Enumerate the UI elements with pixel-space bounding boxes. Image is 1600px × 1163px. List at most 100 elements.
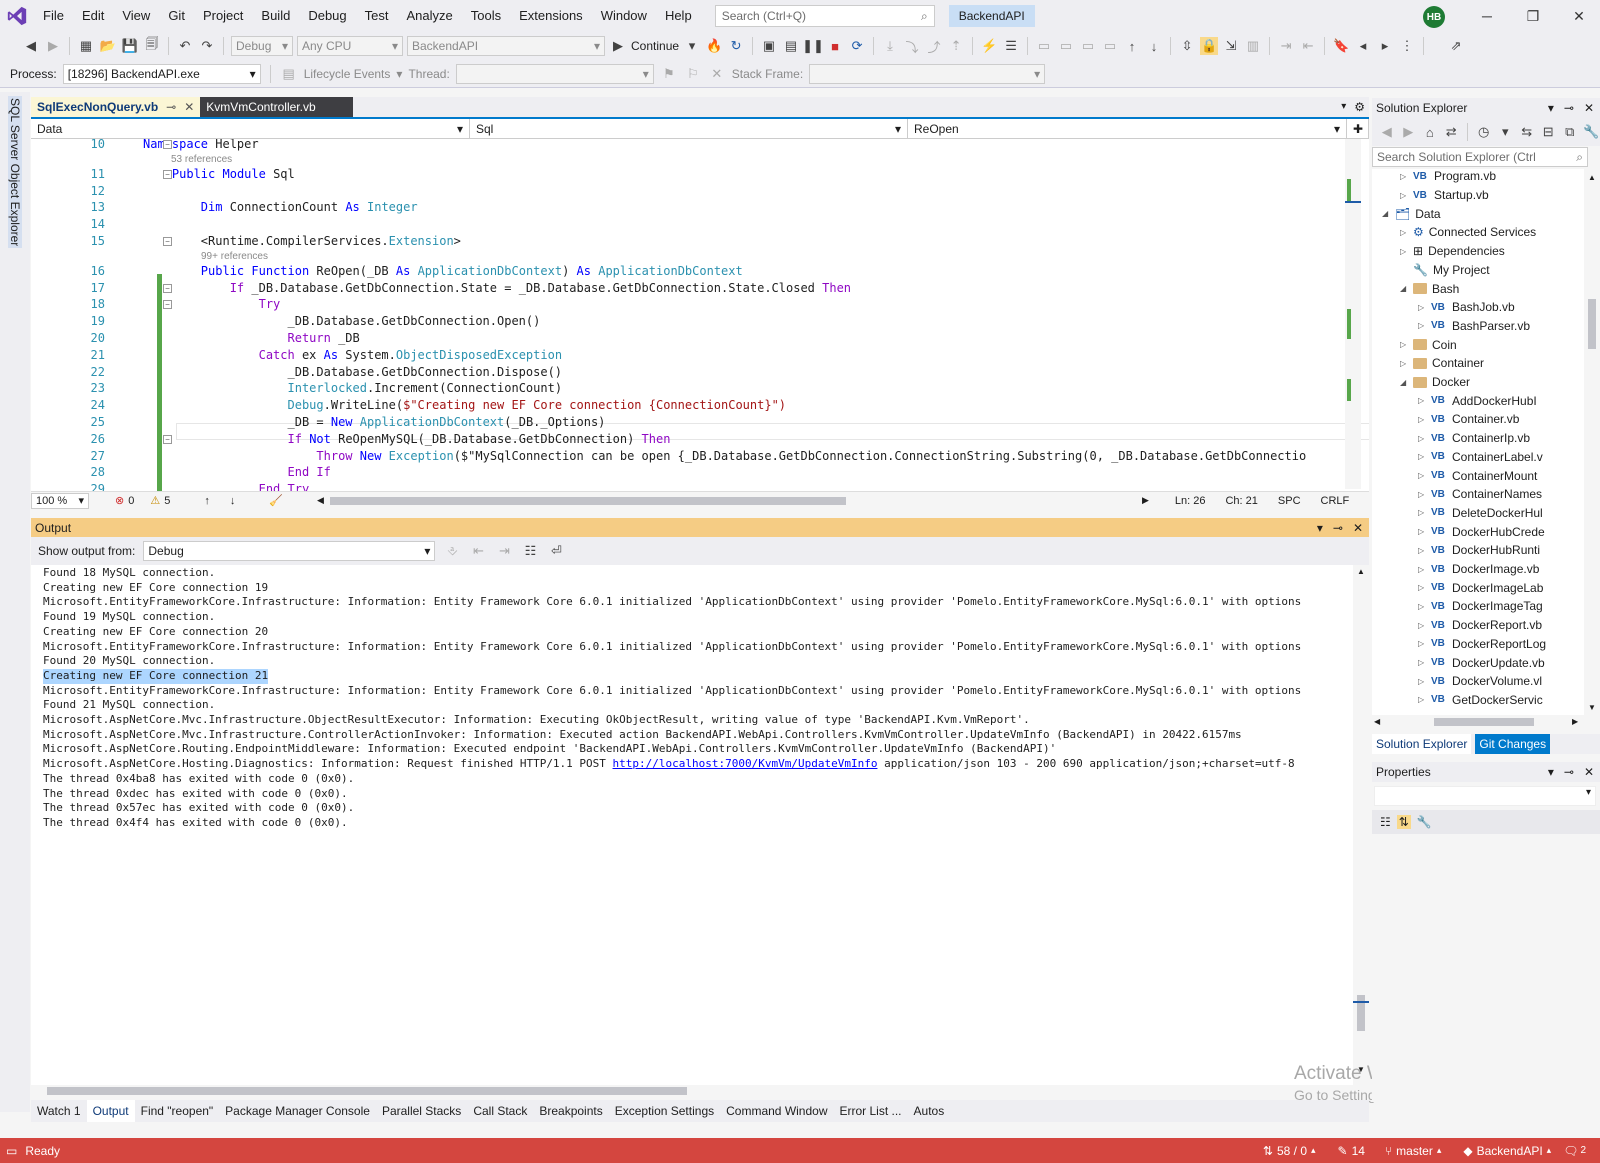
expand-icon[interactable]: ▷	[1418, 452, 1426, 461]
tree-item-dockerhubrunti[interactable]: ▷ VB DockerHubRunti	[1418, 541, 1540, 560]
notifications-icon[interactable]: 🗨	[1563, 1144, 1578, 1158]
tree-item-docker[interactable]: ◢ Docker	[1400, 373, 1470, 392]
collapse-icon[interactable]: ◢	[1382, 209, 1390, 218]
menu-extensions[interactable]: Extensions	[510, 0, 592, 32]
categorized-icon[interactable]: ☷	[1380, 815, 1391, 829]
output-line[interactable]: The thread 0xdec has exited with code 0 …	[43, 787, 348, 802]
comment-icon[interactable]: ▭	[1079, 37, 1097, 55]
expand-icon[interactable]: ▷	[1418, 303, 1426, 312]
output-line[interactable]: Microsoft.EntityFrameworkCore.Infrastruc…	[43, 595, 1301, 610]
menu-build[interactable]: Build	[252, 0, 299, 32]
chevron-up-icon[interactable]: ▴	[1437, 1145, 1442, 1156]
lock-icon[interactable]: 🔒	[1200, 37, 1219, 55]
codelens-references[interactable]: 99+ references	[201, 251, 268, 263]
tree-item-program-vb[interactable]: ▷ VB Program.vb	[1400, 169, 1496, 186]
next-issue-icon[interactable]: ↓	[230, 495, 236, 507]
output-line[interactable]: Found 21 MySQL connection.	[43, 698, 215, 713]
type-dropdown[interactable]: Sql ▾	[470, 119, 908, 139]
tree-item-bashparser-vb[interactable]: ▷ VB BashParser.vb	[1418, 317, 1530, 336]
collapse-region-icon[interactable]: −	[163, 300, 172, 310]
solution-explorer-search[interactable]: Search Solution Explorer (Ctrl ⌕	[1372, 147, 1588, 167]
collapse-region-icon[interactable]: −	[163, 283, 172, 293]
repo-icon[interactable]: ◆	[1463, 1144, 1472, 1158]
tab-sqlexecnonquery[interactable]: SqlExecNonQuery.vb ⊸ ✕	[31, 97, 201, 117]
expand-icon[interactable]: ▷	[1418, 396, 1426, 405]
tree-item-startup-vb[interactable]: ▷ VB Startup.vb	[1400, 186, 1489, 205]
forward-icon[interactable]: ▶	[1400, 123, 1418, 141]
comment-icon[interactable]: ▭	[1057, 37, 1075, 55]
output-line[interactable]: The thread 0x57ec has exited with code 0…	[43, 801, 354, 816]
tree-item-bash[interactable]: ◢ Bash	[1400, 279, 1459, 298]
alphabetical-icon[interactable]: ⇅	[1396, 815, 1411, 829]
code-line[interactable]: 10 Namespace Helper	[31, 139, 1351, 153]
continue-button[interactable]: Continue	[631, 39, 679, 53]
tree-item-my-project[interactable]: 🔧 My Project	[1400, 261, 1490, 280]
expand-icon[interactable]: ▷	[1400, 191, 1408, 200]
user-avatar[interactable]: HB	[1423, 6, 1445, 28]
chevron-down-icon[interactable]: ▾	[683, 37, 701, 55]
tree-item-container-vb[interactable]: ▷ VB Container.vb	[1418, 410, 1519, 429]
request-url-link[interactable]: http://localhost:7000/KvmVm/UpdateVmInfo	[613, 757, 878, 770]
search-box[interactable]: Search (Ctrl+Q) ⌕	[714, 5, 935, 27]
close-window-icon[interactable]: ✕	[1556, 0, 1600, 32]
error-icon[interactable]: ⊗	[115, 494, 124, 507]
tab-parallel-stacks[interactable]: Parallel Stacks	[376, 1100, 467, 1122]
code-line[interactable]: 23 Interlocked.Increment(ConnectionCount…	[31, 380, 1351, 397]
pin-icon[interactable]: ⊸	[1564, 765, 1574, 779]
sync-icon[interactable]: ⇆	[1518, 123, 1536, 141]
code-line[interactable]: 17 If _DB.Database.GetDbConnection.State…	[31, 280, 1351, 297]
repo-name[interactable]: BackendAPI	[1477, 1144, 1543, 1158]
expand-icon[interactable]: ▷	[1400, 172, 1408, 181]
tree-item-dependencies[interactable]: ▷ ⊞ Dependencies	[1400, 242, 1505, 261]
filter-icon[interactable]: ✕	[708, 65, 726, 83]
arrow-down-icon[interactable]: ↓	[1145, 37, 1163, 55]
tab-output[interactable]: Output	[86, 1100, 135, 1122]
commits-icon[interactable]: ⇅	[1263, 1144, 1273, 1158]
tree-item-dockerimagelab[interactable]: ▷ VB DockerImageLab	[1418, 578, 1543, 597]
line-indicator[interactable]: Ln: 26	[1175, 495, 1206, 507]
comment-icon[interactable]: ▭	[1101, 37, 1119, 55]
menu-tools[interactable]: Tools	[462, 0, 510, 32]
code-line[interactable]: 27 Throw New Exception($"MySqlConnection…	[31, 448, 1351, 465]
collapse-all-icon[interactable]: ⊟	[1539, 123, 1557, 141]
expand-icon[interactable]: ▷	[1418, 546, 1426, 555]
tree-item-bashjob-vb[interactable]: ▷ VB BashJob.vb	[1418, 298, 1515, 317]
clear-bookmarks-icon[interactable]: ⋮	[1398, 37, 1416, 55]
diagnostic-icon[interactable]: ⚡	[980, 37, 998, 55]
output-window-icon[interactable]: ▭	[6, 1144, 17, 1158]
expand-icon[interactable]: ▷	[1418, 490, 1426, 499]
platform-select[interactable]: Any CPU ▾	[297, 36, 403, 56]
code-cleanup-icon[interactable]: 🧹	[269, 494, 283, 507]
menu-analyze[interactable]: Analyze	[397, 0, 461, 32]
editor-horizontal-scrollbar[interactable]	[329, 496, 846, 505]
chevron-down-icon[interactable]: ▾	[1548, 765, 1554, 779]
expand-icon[interactable]: ▷	[1400, 359, 1408, 368]
output-line[interactable]: Microsoft.AspNetCore.Mvc.Infrastructure.…	[43, 713, 1030, 728]
code-line[interactable]: 15 <Runtime.CompilerServices.Extension>	[31, 233, 1351, 250]
expand-icon[interactable]: ▷	[1418, 695, 1426, 704]
code-line[interactable]: 14	[31, 216, 1351, 233]
error-count[interactable]: 0	[128, 495, 134, 507]
spacing-indicator[interactable]: SPC	[1278, 495, 1301, 507]
back-icon[interactable]: ◀	[1378, 123, 1396, 141]
close-icon[interactable]: ✕	[1584, 765, 1594, 779]
pencil-icon[interactable]: ✎	[1338, 1144, 1348, 1158]
solution-search-input[interactable]: Search Solution Explorer (Ctrl	[1377, 150, 1536, 164]
zoom-select[interactable]: 100 % ▾	[31, 492, 89, 509]
step-over-icon[interactable]: ⤓	[881, 37, 899, 55]
menu-test[interactable]: Test	[356, 0, 398, 32]
switch-views-icon[interactable]: ⇄	[1443, 123, 1461, 141]
code-line[interactable]: 28 End If	[31, 464, 1351, 481]
undo-icon[interactable]: ↶	[176, 37, 194, 55]
restart-icon[interactable]: ⟳	[848, 37, 866, 55]
settings-icon[interactable]: ⚙	[1354, 97, 1365, 117]
property-pages-icon[interactable]: 🔧	[1417, 815, 1432, 829]
step-out-icon[interactable]: ⤴	[925, 37, 943, 55]
code-line[interactable]: 20 Return _DB	[31, 330, 1351, 347]
expand-icon[interactable]: ▷	[1418, 471, 1426, 480]
branch-icon[interactable]: ⑂	[1385, 1144, 1392, 1158]
codelens-references[interactable]: 53 references	[171, 154, 232, 166]
lifecycle-events-button[interactable]: Lifecycle Events	[304, 67, 391, 81]
restore-icon[interactable]: ❐	[1510, 0, 1556, 32]
properties-object-select[interactable]: ▾	[1374, 786, 1596, 806]
